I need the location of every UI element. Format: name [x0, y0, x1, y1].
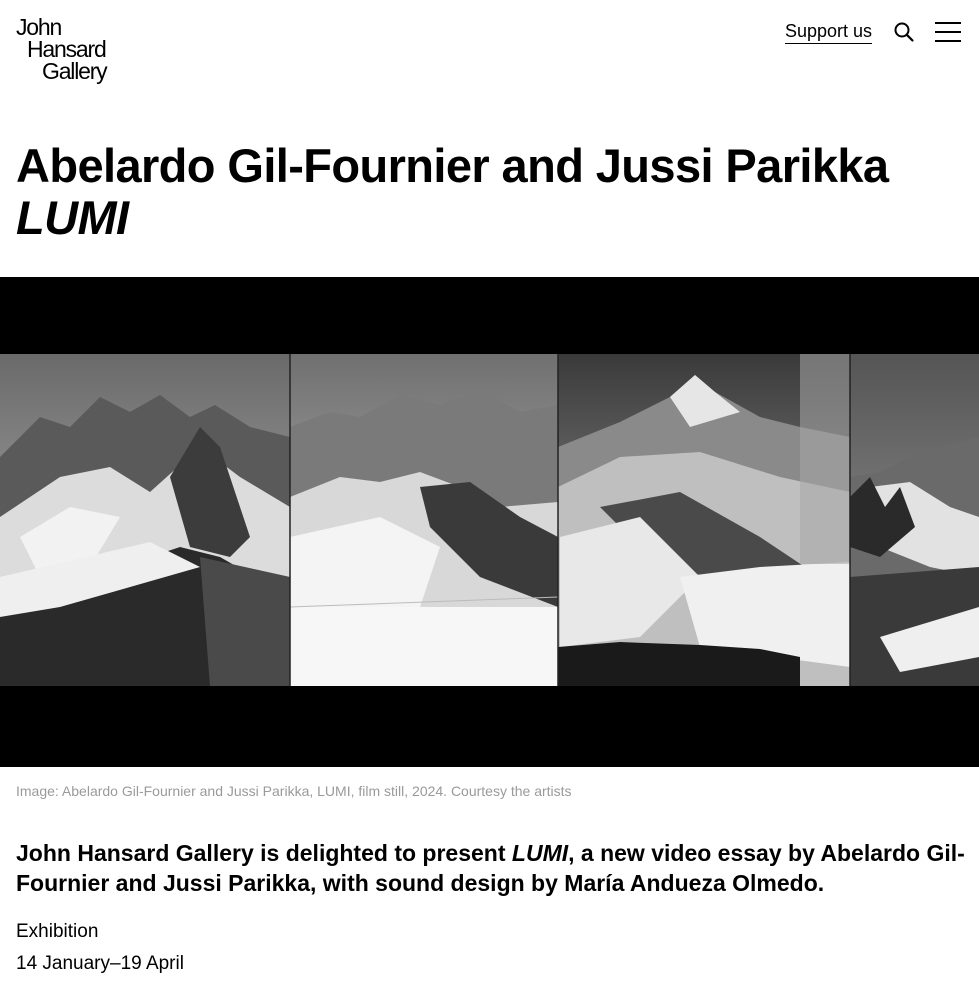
exhibition-name: LUMI: [16, 191, 129, 244]
logo-line-2: Hansard: [27, 36, 107, 62]
event-dates: 14 January–19 April: [16, 953, 184, 974]
event-type: Exhibition: [16, 921, 99, 942]
support-us-link[interactable]: Support us: [785, 20, 873, 44]
hamburger-menu-icon[interactable]: [935, 21, 961, 43]
intro-text-start: John Hansard Gallery is delighted to pre…: [16, 840, 512, 866]
logo-line-3: Gallery: [42, 58, 108, 84]
intro-paragraph: John Hansard Gallery is delighted to pre…: [16, 838, 966, 898]
artist-names: Abelardo Gil-Fournier and Jussi Parikka: [16, 139, 889, 192]
logo-line-1: John: [16, 14, 62, 40]
image-caption: Image: Abelardo Gil-Fournier and Jussi P…: [16, 783, 572, 799]
site-header: John Hansard Gallery Support us: [0, 0, 979, 100]
exhibition-title: Abelardo Gil-Fournier and Jussi Parikka …: [16, 139, 889, 244]
site-logo[interactable]: John Hansard Gallery: [16, 14, 108, 84]
search-icon[interactable]: [893, 21, 915, 43]
intro-title-italic: LUMI: [511, 840, 569, 866]
hero-film-still: [0, 277, 979, 767]
mountain-collage-image: [0, 354, 979, 686]
